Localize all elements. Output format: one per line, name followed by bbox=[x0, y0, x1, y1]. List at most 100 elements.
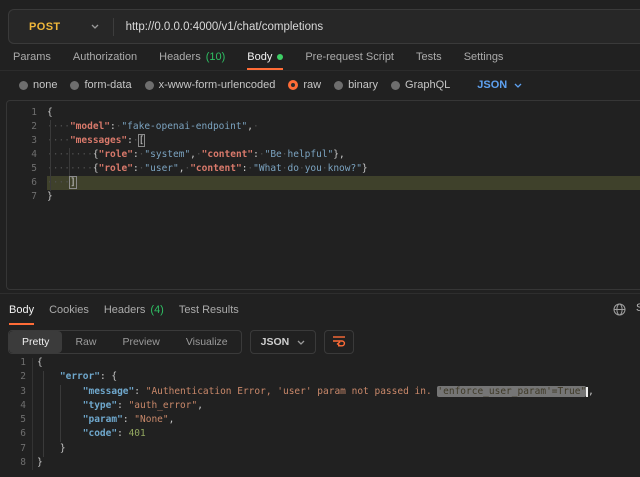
code-line: 5 "param": "None", bbox=[0, 413, 640, 427]
tab-label: Body bbox=[9, 304, 34, 316]
tab-label: Headers bbox=[159, 51, 201, 63]
radio-label: x-www-form-urlencoded bbox=[159, 79, 276, 91]
code-line: 5········{"role":·"user",·"content":·"Wh… bbox=[7, 162, 640, 176]
language-label: JSON bbox=[477, 79, 507, 91]
view-label: Visualize bbox=[186, 336, 228, 348]
headers-count-badge: (10) bbox=[206, 51, 226, 63]
radio-label: raw bbox=[303, 79, 321, 91]
tab-label: Body bbox=[247, 51, 272, 63]
language-label: JSON bbox=[261, 336, 290, 348]
view-label: Preview bbox=[122, 336, 159, 348]
response-view-controls: Pretty Raw Preview Visualize JSON bbox=[8, 330, 640, 354]
code-line: 6 "code": 401 bbox=[0, 427, 640, 441]
radio-label: form-data bbox=[84, 79, 131, 91]
method-label: POST bbox=[29, 21, 61, 33]
code-line: 3····"messages":·[ bbox=[7, 134, 640, 148]
code-line: 2····"model":·"fake-openai-endpoint",· bbox=[7, 120, 640, 134]
tab-authorization[interactable]: Authorization bbox=[73, 44, 137, 70]
view-segmented-control: Pretty Raw Preview Visualize bbox=[8, 330, 242, 354]
indent-guide bbox=[69, 148, 70, 176]
view-pretty[interactable]: Pretty bbox=[9, 331, 62, 353]
status-text-clipped: S bbox=[636, 302, 640, 314]
radio-raw[interactable]: raw bbox=[288, 79, 321, 91]
response-tabs: Body Cookies Headers (4) Test Results bbox=[0, 295, 640, 325]
divider bbox=[113, 18, 114, 36]
line-number: 3 bbox=[7, 134, 47, 148]
response-language-selector[interactable]: JSON bbox=[250, 330, 317, 354]
code-line: 7 } bbox=[0, 442, 640, 456]
tab-tests[interactable]: Tests bbox=[416, 44, 442, 70]
radio-label: none bbox=[33, 79, 57, 91]
chevron-down-icon bbox=[297, 340, 305, 345]
code-line: 8} bbox=[0, 456, 640, 470]
code-line: 1{ bbox=[7, 106, 640, 120]
response-tab-cookies[interactable]: Cookies bbox=[49, 295, 89, 325]
body-modified-dot-icon bbox=[277, 54, 283, 60]
view-label: Pretty bbox=[22, 336, 49, 348]
indent-guide bbox=[60, 385, 61, 442]
raw-language-selector[interactable]: JSON bbox=[477, 79, 522, 91]
postman-window: POST http://0.0.0.0:4000/v1/chat/complet… bbox=[0, 0, 640, 477]
radio-binary[interactable]: binary bbox=[334, 79, 378, 91]
line-number: 1 bbox=[7, 106, 47, 120]
line-number: 5 bbox=[7, 162, 47, 176]
radio-x-www-form-urlencoded[interactable]: x-www-form-urlencoded bbox=[145, 79, 276, 91]
code-line: 2 "error": { bbox=[0, 370, 640, 384]
code-line: 3 "message": "Authentication Error, 'use… bbox=[0, 385, 640, 399]
method-selector[interactable]: POST bbox=[9, 21, 99, 33]
indent-guide bbox=[43, 371, 44, 457]
body-type-selector: none form-data x-www-form-urlencoded raw… bbox=[0, 71, 640, 99]
tab-label: Authorization bbox=[73, 51, 137, 63]
code-line: 4 "type": "auth_error", bbox=[0, 399, 640, 413]
response-tab-body[interactable]: Body bbox=[9, 295, 34, 325]
tab-headers[interactable]: Headers (10) bbox=[159, 44, 225, 70]
radio-graphql[interactable]: GraphQL bbox=[391, 79, 450, 91]
radio-label: GraphQL bbox=[405, 79, 450, 91]
chevron-down-icon bbox=[514, 83, 522, 88]
code-line: 4········{"role":·"system",·"content":·"… bbox=[7, 148, 640, 162]
code-line: 6····] bbox=[7, 176, 640, 190]
radio-icon bbox=[391, 81, 400, 90]
response-tab-headers[interactable]: Headers (4) bbox=[104, 295, 164, 325]
code-line: 7} bbox=[7, 190, 640, 204]
request-url-bar: POST http://0.0.0.0:4000/v1/chat/complet… bbox=[8, 9, 640, 44]
tab-label: Pre-request Script bbox=[305, 51, 394, 63]
radio-form-data[interactable]: form-data bbox=[70, 79, 131, 91]
globe-icon[interactable] bbox=[613, 303, 626, 319]
radio-icon bbox=[334, 81, 343, 90]
response-body-editor[interactable]: 1{2 "error": {3 "message": "Authenticati… bbox=[0, 356, 640, 474]
view-label: Raw bbox=[75, 336, 96, 348]
tab-params[interactable]: Params bbox=[13, 44, 51, 70]
indent-guide bbox=[50, 120, 51, 191]
radio-none[interactable]: none bbox=[19, 79, 57, 91]
radio-icon bbox=[145, 81, 154, 90]
tab-label: Tests bbox=[416, 51, 442, 63]
response-splitter[interactable] bbox=[0, 293, 640, 294]
radio-icon bbox=[70, 81, 79, 90]
line-number: 4 bbox=[7, 148, 47, 162]
line-number: 2 bbox=[7, 120, 47, 134]
wrap-text-icon bbox=[332, 335, 346, 350]
tab-body[interactable]: Body bbox=[247, 44, 283, 70]
request-body-editor[interactable]: 1{2····"model":·"fake-openai-endpoint",·… bbox=[6, 100, 640, 290]
wrap-text-button[interactable] bbox=[324, 330, 354, 354]
url-input[interactable]: http://0.0.0.0:4000/v1/chat/completions bbox=[126, 21, 324, 33]
tab-label: Params bbox=[13, 51, 51, 63]
view-visualize[interactable]: Visualize bbox=[173, 331, 241, 353]
tab-label: Headers bbox=[104, 304, 146, 316]
response-tab-test-results[interactable]: Test Results bbox=[179, 295, 239, 325]
request-tabs: Params Authorization Headers (10) Body P… bbox=[0, 44, 640, 71]
response-headers-count-badge: (4) bbox=[150, 304, 163, 316]
tab-label: Settings bbox=[464, 51, 504, 63]
tab-settings[interactable]: Settings bbox=[464, 44, 504, 70]
chevron-down-icon bbox=[91, 24, 99, 29]
view-preview[interactable]: Preview bbox=[109, 331, 172, 353]
gutter-divider bbox=[32, 358, 33, 470]
view-raw[interactable]: Raw bbox=[62, 331, 109, 353]
radio-selected-icon bbox=[288, 80, 298, 90]
tab-pre-request-script[interactable]: Pre-request Script bbox=[305, 44, 394, 70]
tab-label: Cookies bbox=[49, 304, 89, 316]
line-number: 6 bbox=[7, 176, 47, 190]
tab-label: Test Results bbox=[179, 304, 239, 316]
line-number: 7 bbox=[7, 190, 47, 204]
